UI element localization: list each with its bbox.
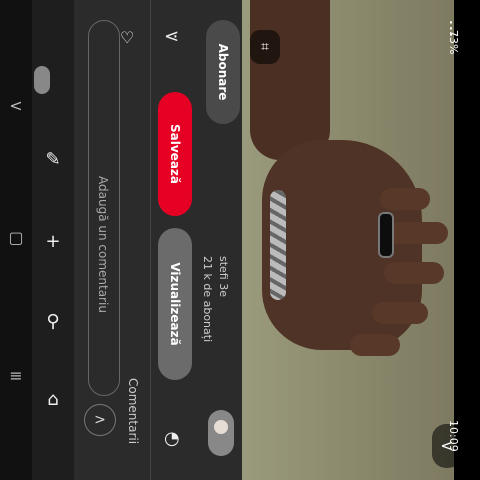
bracelet-shape: [270, 190, 286, 300]
search-icon[interactable]: ⚲: [43, 312, 63, 332]
add-icon[interactable]: +: [43, 232, 63, 252]
recents-icon[interactable]: ≡: [6, 366, 26, 386]
author-followers: 21 k de abonați: [201, 256, 214, 343]
save-label: Salvează: [168, 124, 182, 184]
finger: [350, 334, 400, 356]
follow-label: Abonare: [216, 43, 230, 101]
comment-placeholder: Adaugă un comentariu: [96, 176, 110, 313]
battery-level: 73%: [447, 30, 460, 55]
system-nav-bar: ≡ ▢ <: [0, 0, 32, 480]
finger: [384, 262, 444, 284]
ring-shape: [378, 212, 394, 258]
status-bar: [454, 0, 480, 480]
comments-expand-button[interactable]: >: [84, 404, 116, 436]
arm-shape: [250, 0, 330, 160]
author-name[interactable]: stefi 3e: [217, 256, 230, 297]
finger: [380, 188, 430, 210]
heart-icon[interactable]: ♡: [120, 28, 134, 47]
chat-icon[interactable]: ✎: [43, 150, 63, 170]
comments-label: Comentarii: [126, 378, 140, 445]
profile-icon[interactable]: [34, 66, 50, 94]
save-button[interactable]: Salvează: [158, 92, 192, 216]
back-triangle-icon[interactable]: <: [6, 96, 26, 116]
pin-screen: ≡ ▢ < ⌂ ⚲ + ✎ Adaugă un comentariu > Com…: [0, 0, 480, 480]
visual-search-icon[interactable]: ⌗: [250, 30, 280, 64]
home-circle-icon[interactable]: ▢: [6, 228, 26, 248]
follow-button[interactable]: Abonare: [206, 20, 240, 124]
home-icon[interactable]: ⌂: [43, 390, 63, 410]
visit-button[interactable]: Vizualizează: [158, 228, 192, 380]
visit-label: Vizualizează: [168, 262, 182, 346]
status-time: 10:09: [447, 420, 460, 452]
author-avatar[interactable]: [208, 410, 234, 456]
finger: [372, 302, 428, 324]
comment-bubble-icon[interactable]: ◔: [164, 428, 180, 449]
share-icon[interactable]: ⋖: [164, 26, 179, 47]
